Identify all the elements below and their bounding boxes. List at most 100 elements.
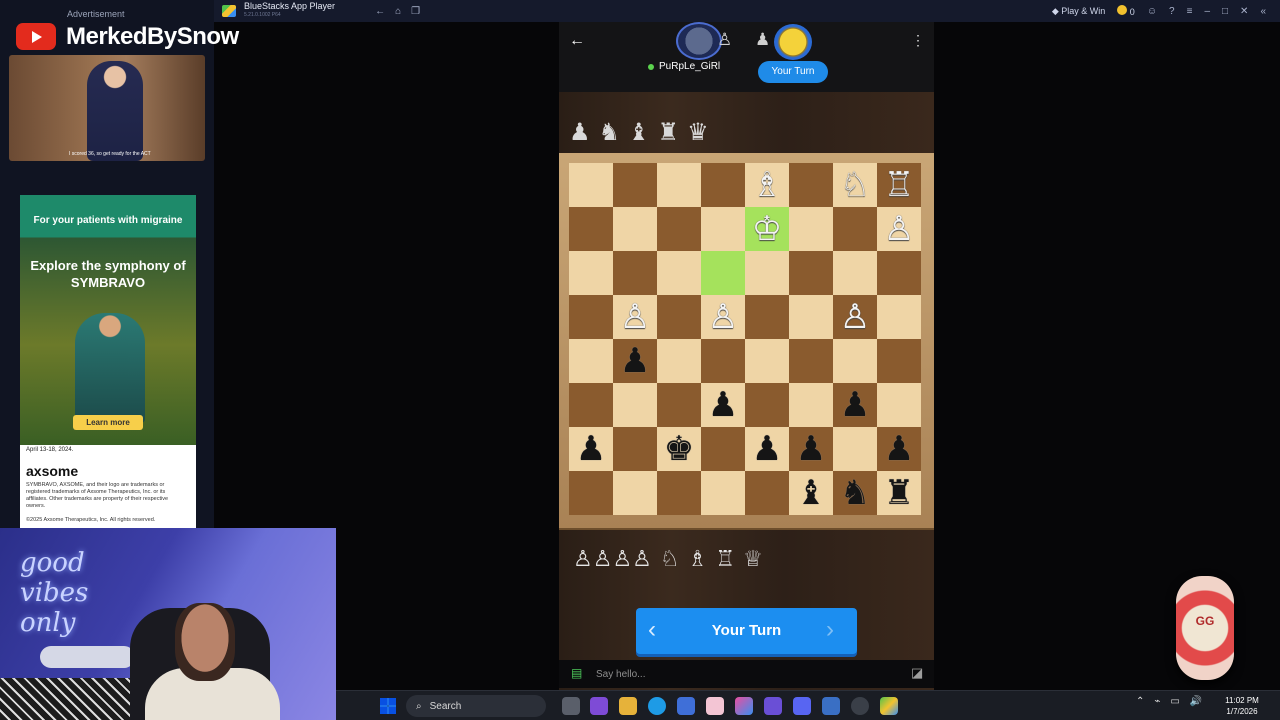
board-square[interactable]: ♔ <box>745 207 789 251</box>
profile-icon[interactable]: ☺ <box>1147 6 1157 17</box>
next-move-icon[interactable]: › <box>826 616 834 644</box>
display-icon[interactable]: ▭ <box>1170 696 1179 707</box>
volume-icon[interactable]: 🔊 <box>1190 696 1202 707</box>
chess-piece[interactable]: ♟ <box>752 427 782 471</box>
board-square[interactable] <box>701 207 745 251</box>
chat-icon[interactable]: ▤ <box>571 666 582 680</box>
menu-icon[interactable]: ≡ <box>1187 6 1193 17</box>
board-square[interactable] <box>745 251 789 295</box>
chess-piece[interactable]: ♘ <box>840 163 870 207</box>
board-square[interactable] <box>833 207 877 251</box>
tray-chevron-icon[interactable]: ⌃ <box>1136 696 1144 707</box>
chess-piece[interactable]: ♜ <box>884 471 914 515</box>
board-square[interactable]: ♘ <box>833 163 877 207</box>
board-square[interactable]: ♟ <box>701 383 745 427</box>
chess-piece[interactable]: ♟ <box>708 383 738 427</box>
chat-input[interactable] <box>596 665 896 683</box>
board-square[interactable] <box>569 207 613 251</box>
board-square[interactable] <box>569 339 613 383</box>
board-square[interactable] <box>569 251 613 295</box>
board-square[interactable] <box>657 383 701 427</box>
board-square[interactable]: ♖ <box>877 163 921 207</box>
board-square[interactable] <box>833 427 877 471</box>
board-square[interactable]: ♝ <box>789 471 833 515</box>
board-square[interactable]: ♟ <box>833 383 877 427</box>
board-square[interactable] <box>877 339 921 383</box>
board-square[interactable] <box>613 207 657 251</box>
board-square[interactable] <box>613 163 657 207</box>
board-square[interactable] <box>657 207 701 251</box>
board-square[interactable] <box>701 339 745 383</box>
task-view-icon[interactable] <box>562 697 580 715</box>
board-square[interactable] <box>789 163 833 207</box>
obs-icon[interactable] <box>851 697 869 715</box>
play-win-button[interactable]: ◆ Play & Win <box>1052 6 1105 17</box>
board-square[interactable] <box>657 295 701 339</box>
chess-piece[interactable]: ♙ <box>708 295 738 339</box>
multi-instance-icon[interactable]: ❐ <box>411 6 420 17</box>
chess-piece[interactable]: ♙ <box>620 295 650 339</box>
board-square[interactable]: ♞ <box>833 471 877 515</box>
app-settings-icon[interactable] <box>764 697 782 715</box>
chess-piece[interactable]: ♝ <box>796 471 826 515</box>
discord-icon[interactable] <box>793 697 811 715</box>
minimize-icon[interactable]: – <box>1204 6 1210 17</box>
help-icon[interactable]: ? <box>1169 6 1175 17</box>
opponent-avatar[interactable] <box>676 22 722 60</box>
copilot-icon[interactable] <box>735 697 753 715</box>
board-square[interactable] <box>833 251 877 295</box>
board-square[interactable] <box>789 207 833 251</box>
chess-piece[interactable]: ♗ <box>752 163 782 207</box>
board-square[interactable] <box>789 383 833 427</box>
more-options-icon[interactable]: ⋮ <box>911 32 925 49</box>
board-square[interactable] <box>877 251 921 295</box>
sticker-icon[interactable]: ◪ <box>911 665 923 681</box>
board-square[interactable] <box>613 251 657 295</box>
file-explorer-icon[interactable] <box>619 697 637 715</box>
teams-icon[interactable] <box>590 697 608 715</box>
board-square[interactable] <box>613 471 657 515</box>
chess-piece[interactable]: ♟ <box>796 427 826 471</box>
board-square[interactable]: ♟ <box>569 427 613 471</box>
board-square[interactable]: ♟ <box>745 427 789 471</box>
board-square[interactable] <box>701 251 745 295</box>
board-square[interactable] <box>745 339 789 383</box>
board-square[interactable]: ♟ <box>877 427 921 471</box>
board-square[interactable]: ♟ <box>613 339 657 383</box>
board-square[interactable] <box>701 471 745 515</box>
board-square[interactable] <box>569 163 613 207</box>
board-square[interactable]: ♜ <box>877 471 921 515</box>
board-square[interactable] <box>701 163 745 207</box>
video-thumbnail[interactable]: I scored 36, so get ready for the ACT <box>9 55 205 161</box>
maximize-icon[interactable]: □ <box>1222 6 1228 17</box>
board-square[interactable]: ♙ <box>613 295 657 339</box>
board-square[interactable] <box>745 471 789 515</box>
board-square[interactable] <box>789 251 833 295</box>
back-arrow-icon[interactable]: ← <box>569 32 585 50</box>
board-square[interactable] <box>569 471 613 515</box>
board-square[interactable] <box>877 295 921 339</box>
chess-piece[interactable]: ♖ <box>884 163 914 207</box>
chess-piece[interactable]: ♟ <box>620 339 650 383</box>
player-avatar[interactable] <box>774 24 812 60</box>
board-square[interactable] <box>833 339 877 383</box>
network-icon[interactable]: ⌁ <box>1154 696 1160 707</box>
chess-piece[interactable]: ♞ <box>840 471 870 515</box>
chess-piece[interactable]: ♙ <box>840 295 870 339</box>
expand-icon[interactable]: « <box>1260 6 1266 17</box>
board-square[interactable]: ♟ <box>789 427 833 471</box>
board-square[interactable]: ♙ <box>877 207 921 251</box>
ad-banner[interactable]: For your patients with migraine Explore … <box>20 195 196 528</box>
chess-piece[interactable]: ♚ <box>664 427 694 471</box>
board-square[interactable] <box>877 383 921 427</box>
board-square[interactable] <box>613 383 657 427</box>
taskbar-search[interactable]: ⌕ Search <box>406 695 546 717</box>
learn-more-button[interactable]: Learn more <box>73 415 143 430</box>
board-square[interactable] <box>657 163 701 207</box>
board-square[interactable]: ♚ <box>657 427 701 471</box>
chess-piece[interactable]: ♟ <box>576 427 606 471</box>
chess-piece[interactable]: ♟ <box>840 383 870 427</box>
chess-piece[interactable]: ♙ <box>884 207 914 251</box>
board-square[interactable]: ♙ <box>833 295 877 339</box>
back-nav-icon[interactable]: ← <box>375 6 385 17</box>
